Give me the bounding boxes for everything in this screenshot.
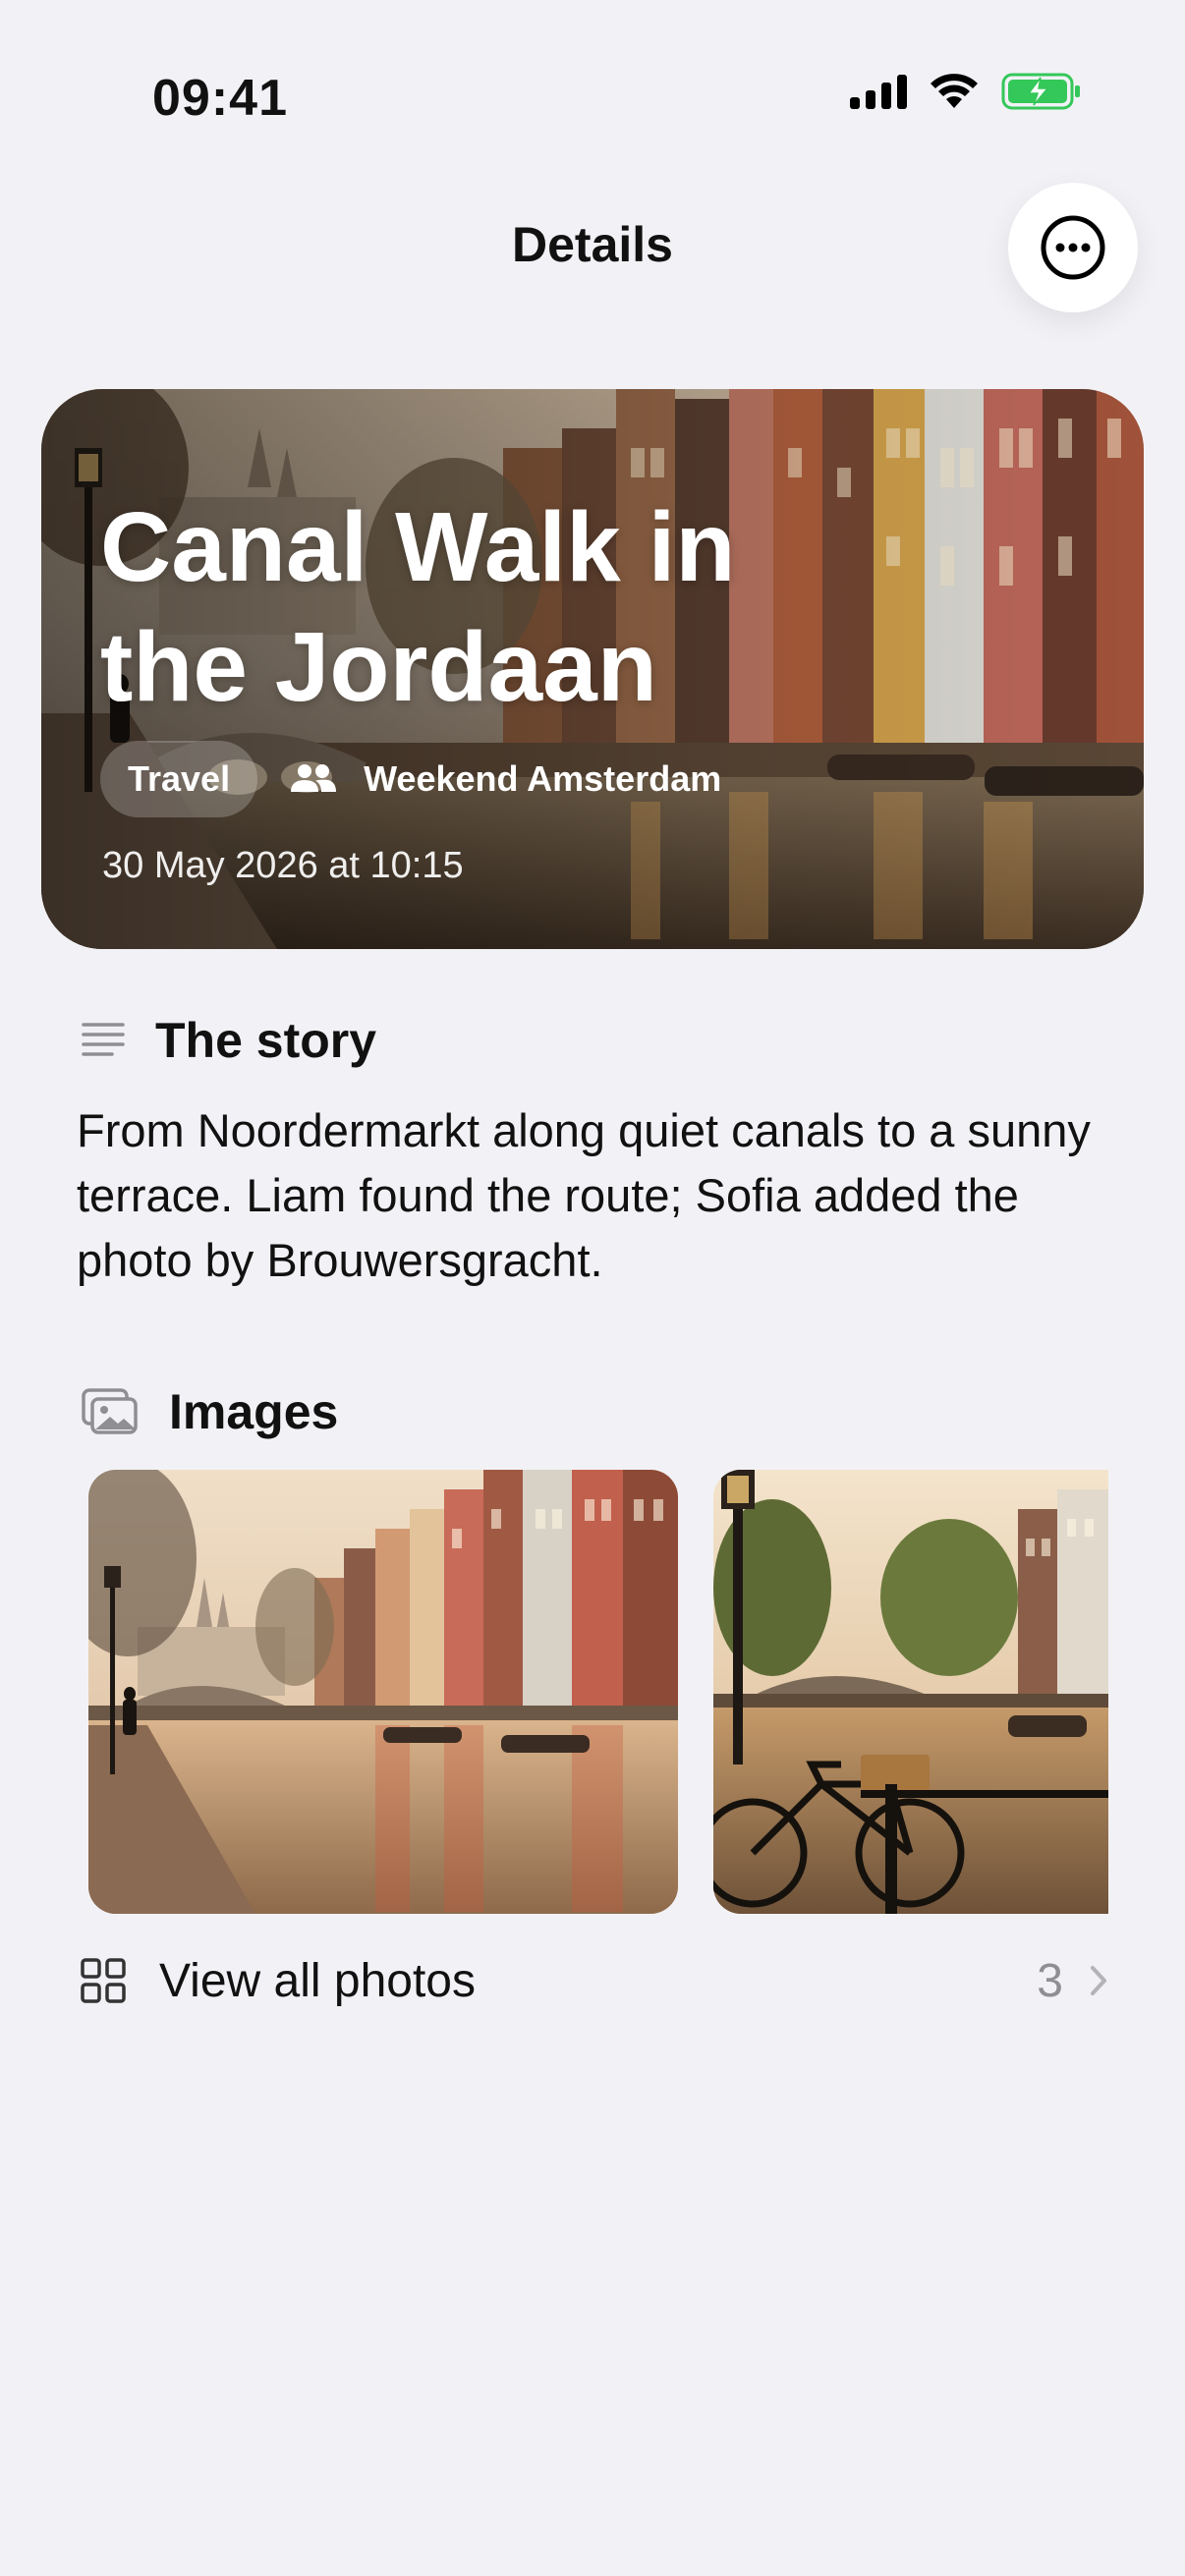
- text-lines-icon: [82, 1023, 125, 1056]
- status-time: 09:41: [152, 70, 288, 127]
- view-all-photos-row[interactable]: View all photos 3: [81, 1943, 1108, 2018]
- hero-card[interactable]: Canal Walk in the Jordaan Travel Weekend…: [41, 389, 1144, 949]
- battery-charging-icon: [1001, 73, 1080, 110]
- grid-icon: [81, 1958, 126, 2003]
- people-icon: [291, 764, 337, 792]
- photo-thumbnail[interactable]: [713, 1470, 1108, 1914]
- more-options-button[interactable]: [1008, 183, 1138, 312]
- group-label: Weekend Amsterdam: [364, 758, 722, 799]
- images-heading-label: Images: [169, 1384, 339, 1439]
- story-text: From Noordermarkt along quiet canals to …: [77, 1104, 1091, 1286]
- chevron-right-icon: [1091, 1966, 1106, 1995]
- bicycle-canal-photo: [713, 1470, 1108, 1914]
- photo-stack-icon: [82, 1388, 138, 1434]
- hero-date: 30 May 2026 at 10:15: [102, 845, 464, 886]
- cellular-signal-icon: [850, 74, 907, 109]
- canal-photo: [88, 1470, 678, 1914]
- story-heading-label: The story: [155, 1013, 377, 1068]
- status-icons: [850, 73, 1082, 110]
- category-chip[interactable]: Travel: [100, 741, 258, 817]
- photo-count: 3: [1037, 1954, 1063, 2007]
- hero-title: Canal Walk in the Jordaan: [100, 492, 736, 722]
- images-heading: Images: [81, 1383, 338, 1440]
- wifi-icon: [931, 74, 978, 108]
- hero-tags: Travel Weekend Amsterdam: [100, 741, 721, 817]
- screen: 09:41 Details Canal Walk in the Jordaan …: [0, 0, 1185, 2576]
- group-chip[interactable]: Weekend Amsterdam: [289, 758, 721, 800]
- view-all-photos-label: View all photos: [159, 1954, 476, 2007]
- photo-thumbnail[interactable]: [88, 1470, 678, 1914]
- ellipsis-circle-icon: [1041, 215, 1105, 280]
- story-heading: The story: [81, 1012, 376, 1069]
